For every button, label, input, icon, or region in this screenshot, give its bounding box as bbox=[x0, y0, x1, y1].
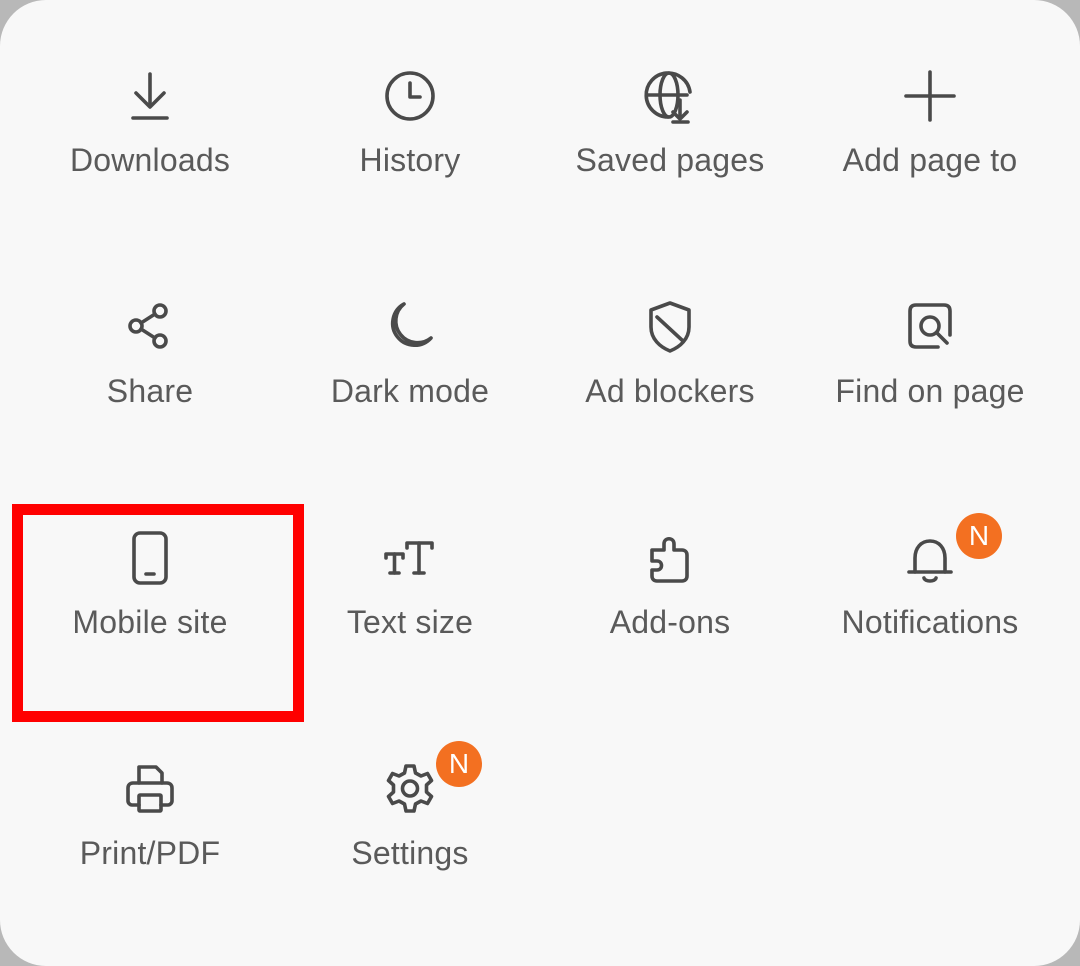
menu-item-add-page-to[interactable]: Add page to bbox=[800, 0, 1060, 231]
menu-item-label: Dark mode bbox=[330, 373, 490, 409]
menu-item-label: Settings bbox=[351, 835, 469, 871]
globe-download-icon bbox=[640, 66, 700, 126]
menu-item-label: Notifications bbox=[841, 604, 1019, 640]
menu-item-label: Downloads bbox=[69, 142, 231, 178]
menu-item-label: Saved pages bbox=[575, 142, 765, 178]
menu-item-dark-mode[interactable]: Dark mode bbox=[280, 231, 540, 462]
menu-item-share[interactable]: Share bbox=[20, 231, 280, 462]
new-badge: N bbox=[436, 741, 482, 787]
menu-item-label: Find on page bbox=[835, 373, 1025, 409]
plus-icon bbox=[900, 66, 960, 126]
shield-icon bbox=[640, 297, 700, 357]
menu-item-label: Ad blockers bbox=[585, 373, 755, 409]
menu-item-history[interactable]: History bbox=[280, 0, 540, 231]
puzzle-icon bbox=[640, 528, 700, 588]
menu-item-find-on-page[interactable]: Find on page bbox=[800, 231, 1060, 462]
menu-item-downloads[interactable]: Downloads bbox=[20, 0, 280, 231]
find-page-icon bbox=[900, 297, 960, 357]
browser-menu-sheet: Downloads History Saved pages Add page t… bbox=[0, 0, 1080, 966]
menu-item-settings[interactable]: N Settings bbox=[280, 693, 540, 924]
menu-item-label: Add page to bbox=[842, 142, 1018, 178]
menu-item-ad-blockers[interactable]: Ad blockers bbox=[540, 231, 800, 462]
new-badge: N bbox=[956, 513, 1002, 559]
menu-item-add-ons[interactable]: Add-ons bbox=[540, 462, 800, 693]
menu-item-label: Print/PDF bbox=[79, 835, 221, 871]
menu-item-mobile-site[interactable]: Mobile site bbox=[20, 462, 280, 693]
bell-icon bbox=[900, 528, 960, 588]
menu-item-saved-pages[interactable]: Saved pages bbox=[540, 0, 800, 231]
text-size-icon bbox=[380, 528, 440, 588]
phone-icon bbox=[120, 528, 180, 588]
menu-item-print-pdf[interactable]: Print/PDF bbox=[20, 693, 280, 924]
download-icon bbox=[120, 66, 180, 126]
menu-item-text-size[interactable]: Text size bbox=[280, 462, 540, 693]
menu-item-notifications[interactable]: N Notifications bbox=[800, 462, 1060, 693]
menu-item-label: History bbox=[359, 142, 461, 178]
menu-item-label: Text size bbox=[346, 604, 474, 640]
share-icon bbox=[120, 297, 180, 357]
menu-item-label: Mobile site bbox=[72, 604, 228, 640]
menu-grid: Downloads History Saved pages Add page t… bbox=[20, 0, 1060, 966]
printer-icon bbox=[120, 759, 180, 819]
gear-icon bbox=[380, 759, 440, 819]
moon-icon bbox=[380, 297, 440, 357]
clock-icon bbox=[380, 66, 440, 126]
menu-item-label: Share bbox=[106, 373, 194, 409]
menu-item-label: Add-ons bbox=[609, 604, 731, 640]
